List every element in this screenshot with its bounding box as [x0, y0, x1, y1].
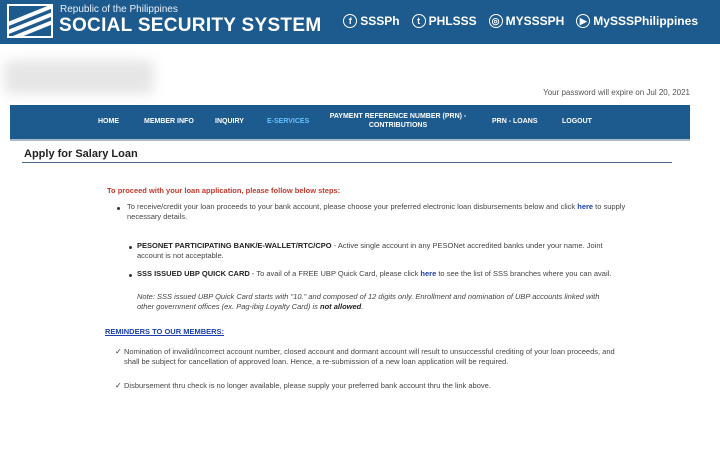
nav-e-services[interactable]: E-SERVICES [267, 105, 309, 139]
check-icon: ✓ [115, 347, 122, 356]
bullet-icon [117, 207, 120, 210]
republic-label: Republic of the Philippines [60, 4, 178, 15]
youtube-icon: ▶ [576, 14, 591, 28]
social-label: PHLSSS [428, 14, 477, 28]
social-link-facebook[interactable]: f SSSPh [343, 14, 400, 28]
ubp-branches-here-link[interactable]: here [420, 269, 436, 278]
ubp-note: Note: SSS issued UBP Quick Card starts w… [137, 292, 600, 311]
instagram-icon: ◎ [488, 14, 503, 28]
nav-member-info[interactable]: MEMBER INFO [144, 105, 194, 139]
nav-prn-contributions[interactable]: PAYMENT REFERENCE NUMBER (PRN) - CONTRIB… [328, 105, 468, 139]
bullet-icon [129, 274, 132, 277]
social-label: MySSSPhilippines [593, 14, 698, 28]
step-disbursement: To receive/credit your loan proceeds to … [127, 202, 626, 221]
reminders-heading: REMINDERS TO OUR MEMBERS: [105, 327, 225, 336]
social-link-youtube[interactable]: ▶ MySSSPhilippines [576, 14, 698, 28]
nav-inquiry[interactable]: INQUIRY [215, 105, 244, 139]
site-title: SOCIAL SECURITY SYSTEM [59, 15, 322, 36]
site-header: Republic of the Philippines SOCIAL SECUR… [0, 0, 720, 44]
sss-logo [7, 4, 53, 38]
reminder-invalid-account: Nomination of invalid/incorrect account … [124, 347, 615, 366]
social-links: f SSSPh t PHLSSS ◎ MYSSSPH ▶ MySSSPhilip… [343, 14, 698, 28]
page-title: Apply for Salary Loan [24, 148, 138, 160]
social-label: SSSPh [360, 14, 400, 28]
check-icon: ✓ [115, 381, 122, 390]
bullet-icon [129, 246, 132, 249]
twitter-icon: t [411, 14, 426, 28]
disbursement-here-link[interactable]: here [577, 202, 593, 211]
nav-logout[interactable]: LOGOUT [562, 105, 592, 139]
title-divider [22, 162, 672, 163]
nav-prn-loans[interactable]: PRN - LOANS [492, 105, 538, 139]
user-name-redacted [4, 60, 154, 94]
password-expiry-notice: Your password will expire on Jul 20, 202… [543, 88, 690, 97]
social-link-twitter[interactable]: t PHLSSS [411, 14, 477, 28]
instruction-text: To proceed with your loan application, p… [107, 186, 341, 195]
option-pesonet: PESONET PARTICIPATING BANK/E-WALLET/RTC/… [137, 241, 603, 260]
reminder-no-check: Disbursement thru check is no longer ava… [124, 381, 491, 390]
option-ubp-quick-card: SSS ISSUED UBP QUICK CARD - To avail of … [137, 269, 612, 278]
facebook-icon: f [343, 14, 358, 28]
social-link-instagram[interactable]: ◎ MYSSSPH [488, 14, 565, 28]
social-label: MYSSSPH [505, 14, 565, 28]
main-nav: HOME MEMBER INFO INQUIRY E-SERVICES PAYM… [10, 105, 690, 141]
nav-home[interactable]: HOME [98, 105, 119, 139]
